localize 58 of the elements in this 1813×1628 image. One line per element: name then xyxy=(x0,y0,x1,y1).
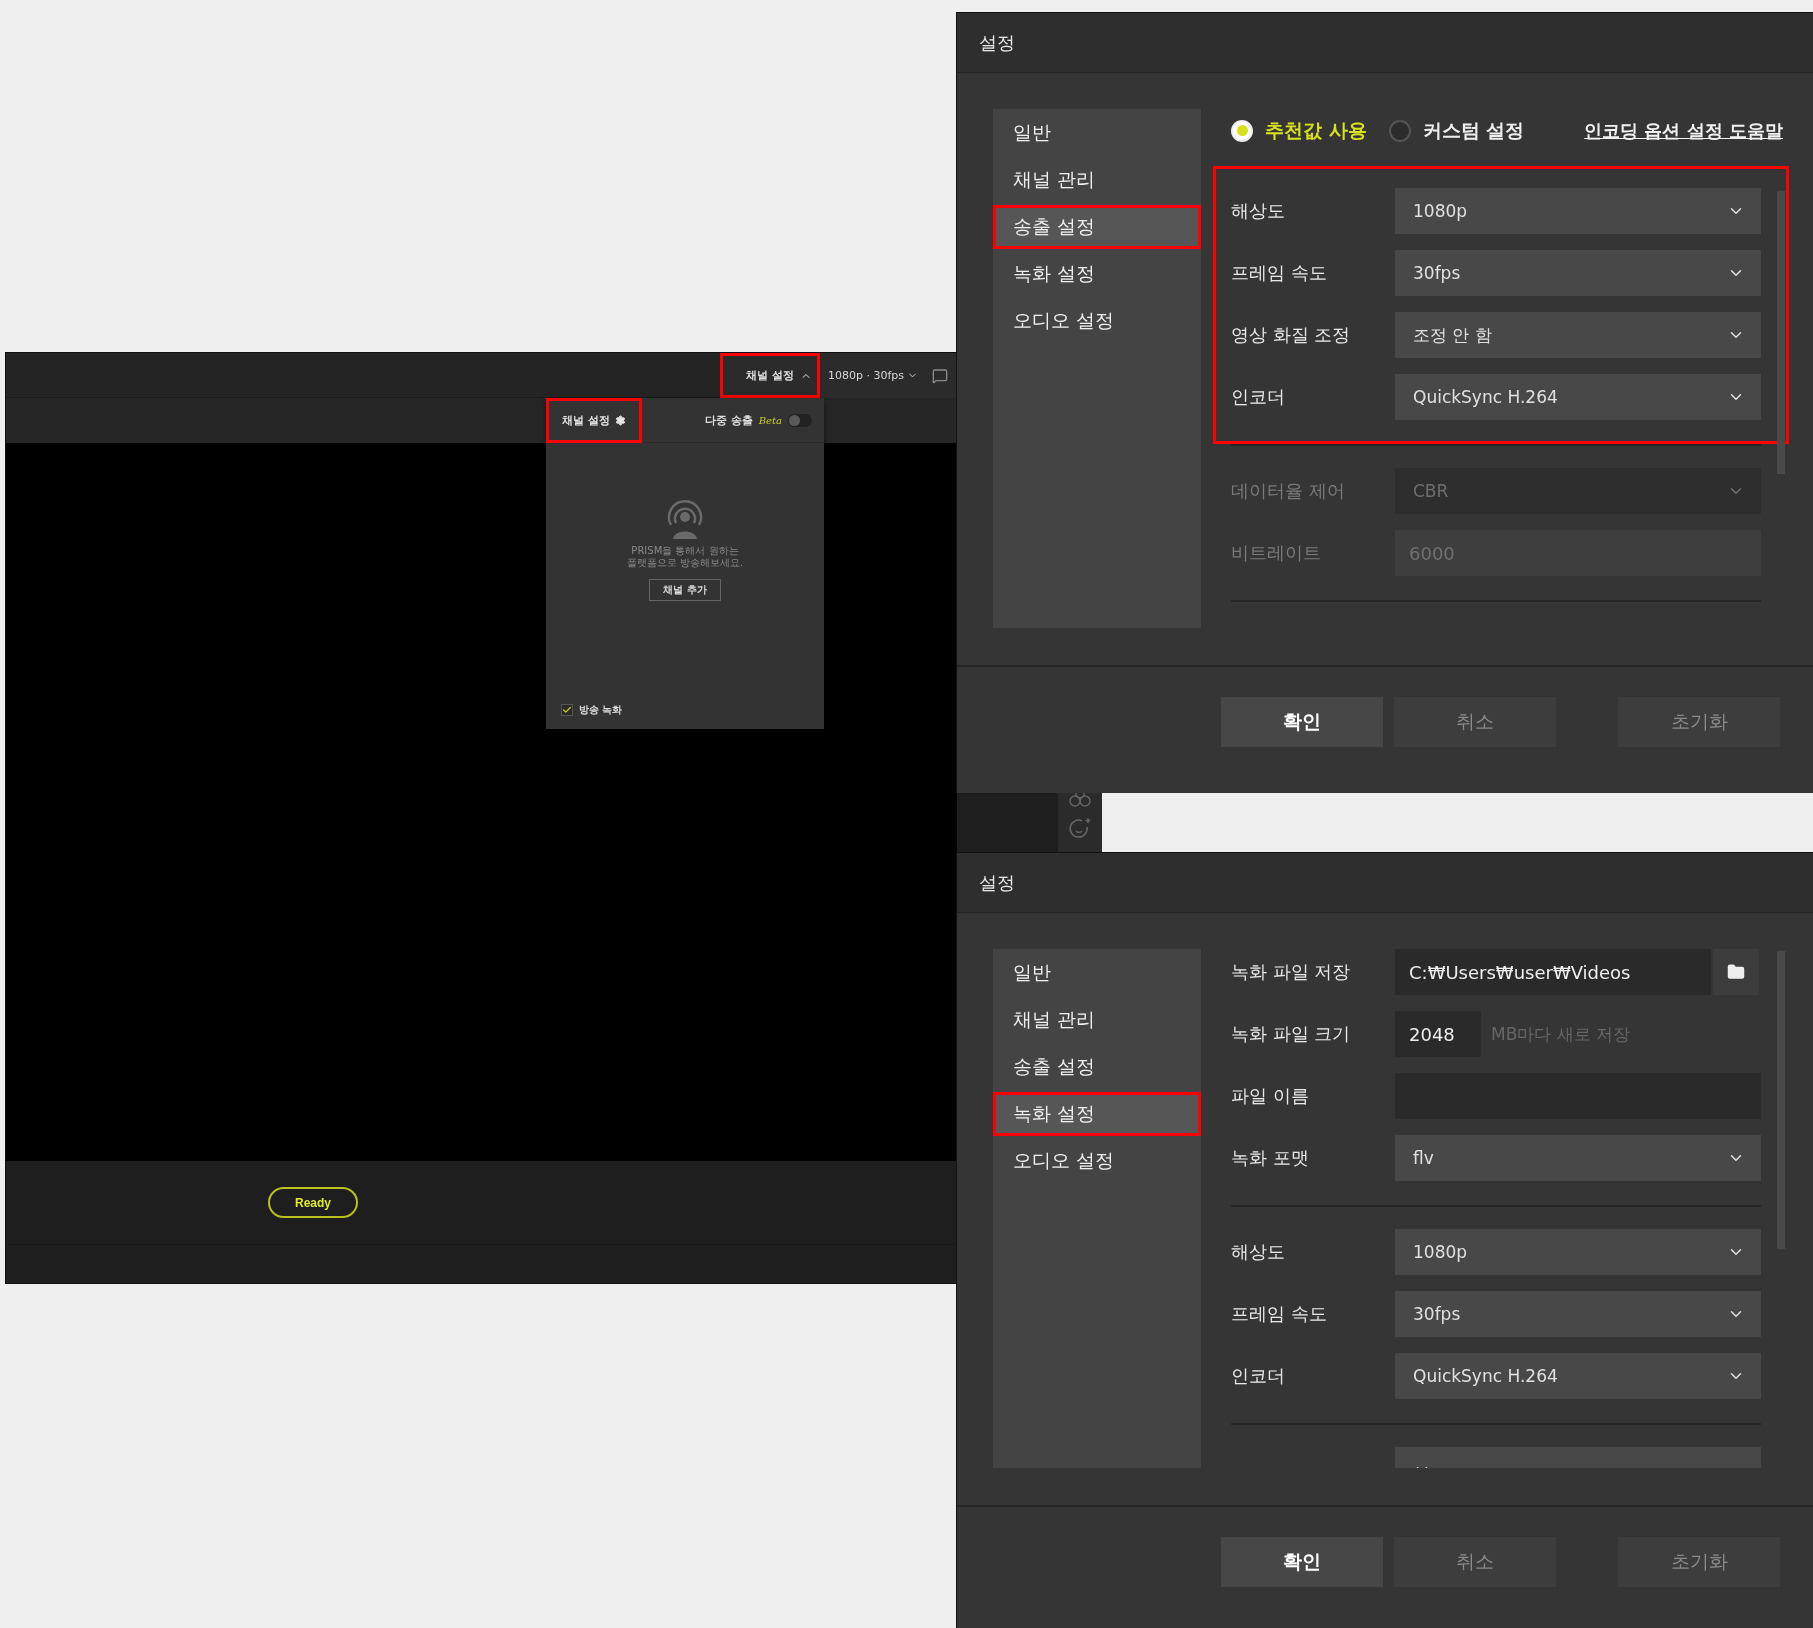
select-field[interactable]: 30fps xyxy=(1395,250,1761,296)
field-label: 데이터율 제어 xyxy=(1231,479,1346,503)
smiley-icon[interactable] xyxy=(1068,817,1092,841)
radio-option[interactable]: 커스텀 설정 xyxy=(1388,117,1525,144)
channel-settings-button[interactable]: 채널 설정 xyxy=(719,353,820,398)
toggle-switch[interactable] xyxy=(788,413,812,427)
three-circles-icon[interactable] xyxy=(1069,793,1091,807)
field-label: 파일 이름 xyxy=(1231,1084,1310,1108)
settings-icon xyxy=(614,414,626,426)
select-field[interactable]: 1080p xyxy=(1395,188,1761,234)
folder-icon xyxy=(1727,963,1745,981)
field-label: 프레임 속도 xyxy=(1231,261,1328,285)
select-field[interactable]: 1080p xyxy=(1395,1229,1761,1275)
checkbox[interactable] xyxy=(561,704,573,716)
channel-settings-tab[interactable]: 채널 설정 xyxy=(546,397,642,443)
field-label: 인코더 xyxy=(1231,385,1286,409)
path-field[interactable]: C:₩Users₩user₩Videos xyxy=(1395,949,1711,995)
field-label: 녹화 파일 크기 xyxy=(1231,1022,1352,1046)
radio-option[interactable]: 추천값 사용 xyxy=(1231,117,1367,144)
dialog-title: 설정 xyxy=(957,853,1813,913)
sidebar-item[interactable]: 오디오 설정 xyxy=(993,299,1201,343)
select-field[interactable]: 조정 안 함 xyxy=(1395,312,1761,358)
field-label: 프레임 속도 xyxy=(1231,1302,1328,1326)
sidebar-item[interactable]: 일반 xyxy=(993,951,1201,995)
empty-message: PRISM을 통해서 원하는 플랫폼으로 방송해보세요. xyxy=(626,545,744,569)
field-label: 비트레이트 xyxy=(1231,541,1322,565)
checkbox-label: 방송 녹화 xyxy=(579,703,623,717)
sidebar-item[interactable]: 송출 설정 xyxy=(993,1045,1201,1089)
field-label: 해상도 xyxy=(1231,199,1286,223)
sidebar-item[interactable]: 송출 설정 xyxy=(993,205,1201,249)
sidebar-item[interactable]: 오디오 설정 xyxy=(993,1139,1201,1183)
sidebar-item[interactable]: 일반 xyxy=(993,111,1201,155)
help-link[interactable]: 인코딩 옵션 설정 도움말 xyxy=(1584,118,1783,143)
quality-button[interactable]: 1080p · 30fps xyxy=(819,360,926,391)
field-label: 인코더 xyxy=(1231,1364,1286,1388)
status-badge: Ready xyxy=(268,1187,358,1218)
sidebar-item[interactable]: 채널 관리 xyxy=(993,158,1201,202)
chat-icon[interactable] xyxy=(932,367,948,384)
scrollbar[interactable] xyxy=(1777,191,1785,474)
sidebar-item[interactable]: 녹화 설정 xyxy=(993,1092,1201,1136)
multi-stream-label: 다중 송출 xyxy=(704,412,753,428)
input-field[interactable]: 2048 xyxy=(1395,1011,1481,1057)
field-label: 해상도 xyxy=(1231,1240,1286,1264)
field-label: 녹화 파일 저장 xyxy=(1231,960,1352,984)
dialog-title: 설정 xyxy=(957,13,1813,73)
field-label: 영상 화질 조정 xyxy=(1231,323,1352,347)
folder-button[interactable] xyxy=(1713,949,1759,995)
field-label: 녹화 포맷 xyxy=(1231,1146,1310,1170)
add-channel-button[interactable]: 채널 추가 xyxy=(649,579,721,601)
sidebar-item[interactable]: 녹화 설정 xyxy=(993,252,1201,296)
select-field[interactable]: 30fps xyxy=(1395,1291,1761,1337)
select-field[interactable]: QuickSync H.264 xyxy=(1395,1353,1761,1399)
dialog-button[interactable]: 확인 xyxy=(1221,697,1383,747)
select-field[interactable]: flv xyxy=(1395,1135,1761,1181)
beta-label: Beta xyxy=(758,414,782,426)
sidebar-item[interactable]: 채널 관리 xyxy=(993,998,1201,1042)
select-field[interactable]: QuickSync H.264 xyxy=(1395,374,1761,420)
dialog-button[interactable]: 확인 xyxy=(1221,1537,1383,1587)
